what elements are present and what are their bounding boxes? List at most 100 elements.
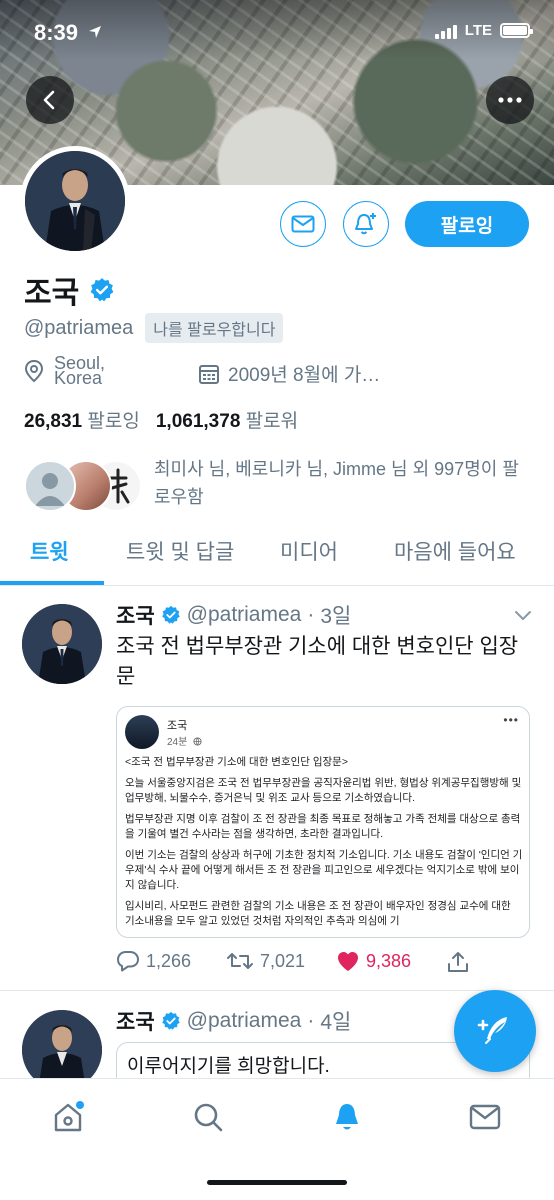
tweet-image[interactable]: 조국 24분 ••• <조국 전 법무부장관 기소에 대한 변호인단 입장문> … bbox=[116, 706, 530, 938]
followers-label: 팔로워 bbox=[245, 411, 299, 432]
following-label: 팔로잉 bbox=[87, 411, 140, 432]
more-options-button[interactable] bbox=[486, 76, 534, 124]
embed-author: 조국 bbox=[167, 720, 188, 732]
network-label: LTE bbox=[464, 22, 492, 39]
nav-messages[interactable] bbox=[465, 1097, 505, 1137]
tweet-author-handle: @patriamea bbox=[186, 603, 302, 626]
retweet-button[interactable]: 7,021 bbox=[226, 950, 305, 972]
tweet-author-name: 조국 bbox=[116, 605, 155, 628]
profile-meta: Seoul, Korea 2009년 8월에 가… bbox=[24, 356, 544, 390]
compose-icon bbox=[477, 1017, 507, 1044]
tweet[interactable]: 조국 @patriamea · 3일 조국 전 법무부장관 기소에 대한 변호인… bbox=[0, 586, 554, 991]
search-icon bbox=[194, 1103, 223, 1132]
embed-paragraph: 법무부장관 지명 이후 검찰이 조 전 장관을 최종 목표로 정해놓고 가족 전… bbox=[125, 813, 521, 840]
location-icon bbox=[24, 359, 44, 383]
tweet-actions: 1,266 7,021 9,386 bbox=[116, 950, 536, 980]
mutual-avatar bbox=[24, 460, 76, 512]
share-button[interactable] bbox=[446, 950, 470, 974]
handle-row: @patriamea 나를 팔로우합니다 bbox=[24, 313, 284, 343]
more-icon bbox=[498, 97, 522, 103]
profile-handle: @patriamea bbox=[24, 316, 134, 339]
calendar-icon bbox=[199, 364, 219, 384]
embed-avatar bbox=[125, 715, 159, 749]
bell-plus-icon bbox=[355, 213, 376, 235]
tweet-text: 조국 전 법무부장관 기소에 대한 변호인단 입장문 bbox=[116, 635, 519, 688]
chevron-down-icon bbox=[515, 611, 531, 621]
tweet-avatar[interactable] bbox=[22, 604, 102, 684]
tweet-separator: · bbox=[307, 1009, 315, 1032]
heart-icon bbox=[338, 952, 358, 971]
battery-icon bbox=[500, 23, 533, 38]
like-button[interactable]: 9,386 bbox=[336, 950, 411, 972]
avatar-photo bbox=[22, 1010, 102, 1080]
default-avatar-icon bbox=[35, 473, 65, 506]
message-button[interactable] bbox=[280, 201, 326, 247]
profile-avatar[interactable] bbox=[20, 146, 130, 256]
tweet-menu-button[interactable] bbox=[514, 606, 532, 627]
tab-tweets[interactable]: 트윗 bbox=[30, 536, 69, 585]
home-icon bbox=[54, 1101, 84, 1132]
avatar-photo bbox=[25, 151, 125, 251]
mutual-followers-text: 최미사 님, 베로니카 님, Jimme 님 외 997명이 팔로우함 bbox=[154, 459, 519, 507]
following-button[interactable]: 팔로잉 bbox=[405, 201, 529, 247]
verified-badge-icon bbox=[90, 278, 114, 302]
share-icon bbox=[448, 952, 468, 972]
retweet-count: 7,021 bbox=[260, 950, 306, 971]
tweet-separator: · bbox=[307, 603, 315, 626]
globe-icon bbox=[193, 737, 202, 746]
status-bar: 8:39 LTE bbox=[0, 0, 554, 64]
display-name: 조국 bbox=[24, 277, 80, 310]
notifications-icon bbox=[336, 1104, 358, 1130]
join-date-text: 2009년 8월에 가… bbox=[228, 365, 381, 386]
status-indicators: LTE bbox=[434, 22, 533, 39]
status-time: 8:39 bbox=[34, 20, 102, 46]
active-tab-indicator bbox=[0, 581, 104, 585]
tab-tweets-and-replies[interactable]: 트윗 및 답글 bbox=[126, 536, 234, 585]
reply-button[interactable]: 1,266 bbox=[116, 950, 191, 972]
tab-likes[interactable]: 마음에 들어요 bbox=[394, 536, 516, 585]
verified-badge-icon bbox=[161, 1011, 180, 1030]
compose-tweet-button[interactable] bbox=[454, 990, 536, 1072]
home-indicator bbox=[207, 1180, 347, 1185]
followers-stat[interactable]: 1,061,378 팔로워 bbox=[156, 406, 298, 433]
tweet-time: 4일 bbox=[320, 1011, 352, 1034]
following-count: 26,831 bbox=[24, 411, 83, 432]
mail-icon bbox=[291, 215, 315, 233]
join-date: 2009년 8월에 가… bbox=[198, 360, 380, 387]
back-arrow-icon bbox=[43, 90, 55, 110]
location-text: Seoul, Korea bbox=[54, 356, 106, 386]
retweet-icon bbox=[227, 953, 253, 969]
location-arrow-icon bbox=[89, 26, 102, 38]
following-stat[interactable]: 26,831 팔로잉 bbox=[24, 406, 140, 433]
embed-time: 24분 bbox=[167, 733, 202, 748]
embed-more-icon: ••• bbox=[503, 713, 519, 727]
location: Seoul, Korea bbox=[24, 356, 144, 386]
tweet-author-handle: @patriamea bbox=[186, 1009, 302, 1032]
profile-tabs: 트윗 트윗 및 답글 미디어 마음에 들어요 bbox=[0, 528, 554, 586]
tweet-header: 조국 @patriamea · 3일 bbox=[116, 600, 351, 630]
tweet-avatar[interactable] bbox=[22, 1010, 102, 1080]
reply-count: 1,266 bbox=[146, 950, 192, 971]
back-button[interactable] bbox=[26, 76, 74, 124]
verified-badge-icon bbox=[161, 605, 180, 624]
embed-paragraph: <조국 전 법무부장관 기소에 대한 변호인단 입장문> bbox=[125, 756, 348, 768]
tweet-author-name: 조국 bbox=[116, 1011, 155, 1034]
follow-stats: 26,831 팔로잉 1,061,378 팔로워 bbox=[24, 406, 298, 433]
embed-paragraph: 오늘 서울중앙지검은 조국 전 법무부장관을 공직자윤리법 위반, 형법상 위계… bbox=[125, 777, 522, 804]
signal-icon bbox=[434, 23, 457, 39]
nav-home[interactable] bbox=[48, 1097, 88, 1137]
notifications-toggle-button[interactable] bbox=[343, 201, 389, 247]
reply-icon bbox=[117, 951, 139, 972]
tweet-header: 조국 @patriamea · 4일 bbox=[116, 1006, 351, 1036]
nav-notifications[interactable] bbox=[327, 1097, 367, 1137]
tab-media[interactable]: 미디어 bbox=[280, 536, 338, 585]
embed-paragraph: 입시비리, 사모펀드 관련한 검찰의 기소 내용은 조 전 장관이 배우자인 정… bbox=[125, 900, 511, 927]
mutual-followers[interactable]: 최미사 님, 베로니카 님, Jimme 님 외 997명이 팔로우함 bbox=[24, 455, 534, 515]
followers-count: 1,061,378 bbox=[155, 411, 241, 432]
embed-paragraph: 이번 기소는 검찰의 상상과 허구에 기초한 정치적 기소입니다. 기소 내용도… bbox=[125, 849, 523, 891]
like-count: 9,386 bbox=[366, 950, 412, 971]
embed-body: <조국 전 법무부장관 기소에 대한 변호인단 입장문> 오늘 서울중앙지검은 … bbox=[125, 755, 523, 935]
profile-name-row: 조국 bbox=[24, 268, 115, 312]
nav-search[interactable] bbox=[188, 1097, 228, 1137]
follows-you-badge: 나를 팔로우합니다 bbox=[145, 313, 284, 343]
